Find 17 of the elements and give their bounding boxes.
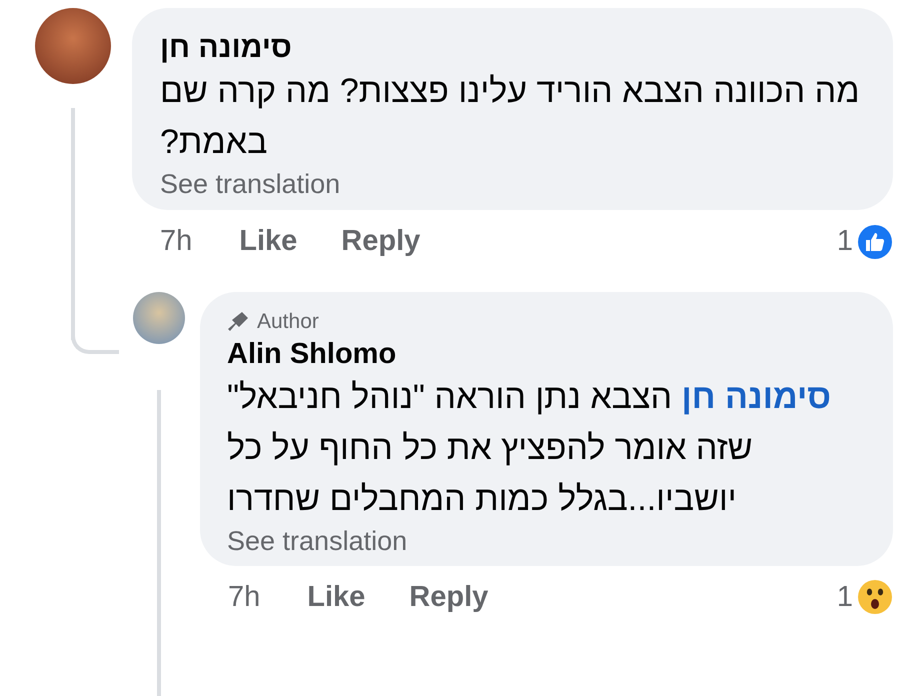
reply-link[interactable]: Reply — [341, 220, 420, 264]
commenter-name[interactable]: Alin Shlomo — [227, 337, 865, 372]
timestamp: 7h — [160, 224, 192, 260]
comment-text: סימונה חן הצבא נתן הוראה "נוהל חניבאל" שזה אומר להפציץ את כל החוף על כל יושביו...בגלל כמות המחבלים שחדרו — [227, 377, 832, 520]
comment-text: מה הכוונה הצבא הוריד עלינו פצצות? מה קרה שם באמת? — [160, 71, 860, 163]
see-translation-link[interactable]: See translation — [160, 168, 865, 200]
author-label: Author — [257, 308, 319, 335]
commenter-name[interactable]: סימונה חן — [160, 30, 865, 66]
pen-icon — [227, 310, 249, 333]
mention-link[interactable]: סימונה חן — [682, 378, 831, 416]
reply-link[interactable]: Reply — [409, 576, 488, 620]
like-link[interactable]: Like — [239, 220, 298, 264]
timestamp: 7h — [228, 580, 260, 615]
reaction-count: 1 — [836, 580, 853, 615]
reaction-count: 1 — [836, 224, 853, 260]
see-translation-link[interactable]: See translation — [227, 525, 865, 558]
like-link[interactable]: Like — [307, 576, 366, 620]
